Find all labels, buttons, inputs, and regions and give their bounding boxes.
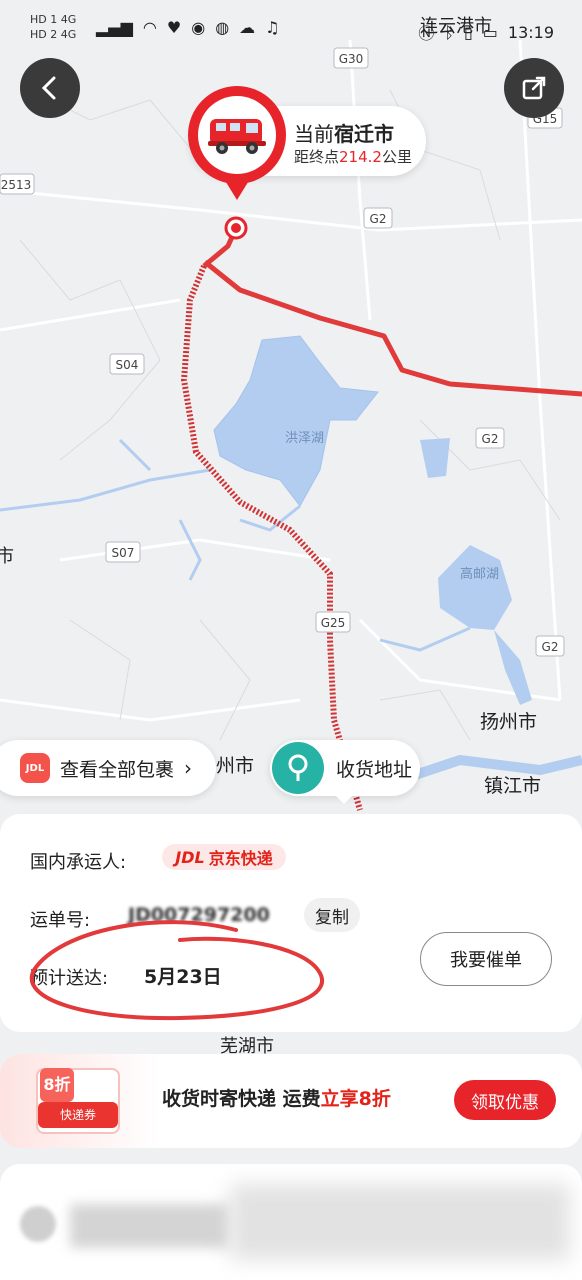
place-label-edge: 市	[0, 546, 14, 567]
wifi-icon: ◠	[142, 18, 157, 37]
view-all-packages-label: 查看全部包裹	[60, 758, 175, 781]
status-bar: HD 1 4G HD 2 4G ▂▄▆ ◠ ♥ ◉ ◍ ☁ ♫ Ⓝ ᛒ ▯ ▭ …	[0, 0, 582, 58]
battery-icon: ▭	[482, 22, 498, 42]
bluetooth-icon: ᛒ	[444, 22, 454, 42]
chevron-left-icon	[41, 76, 56, 100]
road-label: G2	[370, 212, 387, 226]
jdl-logo: JDL	[20, 753, 50, 783]
heart-icon: ♥	[166, 18, 182, 37]
sim2-label: HD 2 4G	[30, 28, 77, 41]
place-label-hongze-lake: 洪泽湖	[285, 431, 324, 446]
road-label: G2	[542, 640, 559, 654]
road-label: S04	[116, 358, 139, 372]
road-label: S07	[112, 546, 135, 560]
chevron-right-icon: ›	[184, 756, 193, 780]
view-all-packages-button[interactable]: JDL 查看全部包裹 ›	[0, 740, 216, 796]
carrier-name: 京东快递	[208, 849, 273, 868]
weibo-icon: ◉	[191, 18, 206, 37]
road-label: 2513	[1, 178, 32, 192]
status-right: Ⓝ ᛒ ▯ ▭ 13:19	[418, 20, 554, 44]
clock: 13:19	[507, 22, 554, 42]
claim-offer-button[interactable]: 领取优惠	[454, 1080, 556, 1120]
handwritten-circle-annotation	[29, 920, 325, 1021]
sim1-label: HD 1 4G	[30, 13, 77, 26]
place-label-zhou: 州市	[216, 755, 254, 777]
vibrate-icon: ▯	[463, 22, 473, 42]
blurred-content	[230, 1184, 570, 1260]
promo-banner[interactable]: 8折 快递券 收货时寄快递 运费立享8折 领取优惠	[0, 1054, 582, 1148]
nfc-icon: Ⓝ	[418, 24, 435, 43]
place-label-yangzhou: 扬州市	[480, 711, 537, 733]
signal-icon: ▂▄▆	[96, 18, 133, 37]
jdl-logo: JDL	[175, 847, 205, 867]
road-label: G2	[482, 432, 499, 446]
blurred-content	[70, 1204, 230, 1248]
location-pin-icon	[272, 742, 324, 794]
status-icons: ▂▄▆ ◠ ♥ ◉ ◍ ☁ ♫	[96, 18, 280, 37]
truck-icon	[208, 119, 266, 154]
coupon-label: 快递券	[38, 1102, 118, 1128]
music-icon: ♫	[265, 18, 280, 37]
current-location-title: 当前宿迁市	[294, 122, 394, 146]
truck-pin	[188, 86, 286, 184]
place-label-zhenjiang: 镇江市	[484, 775, 541, 797]
delivery-address-button[interactable]: 收货地址	[270, 740, 420, 796]
road-label: G25	[321, 616, 346, 630]
sim-indicators: HD 1 4G HD 2 4G	[30, 14, 76, 40]
urge-order-button[interactable]: 我要催单	[420, 932, 552, 986]
back-button[interactable]	[20, 58, 80, 118]
share-button[interactable]	[504, 58, 564, 118]
delivery-address-label: 收货地址	[336, 758, 413, 781]
bottom-info-card	[0, 1164, 582, 1280]
blurred-avatar	[20, 1206, 56, 1242]
promo-text: 收货时寄快递 运费立享8折	[162, 1088, 391, 1110]
app-icon: ◍	[215, 18, 230, 37]
cloud-icon: ☁	[239, 18, 256, 37]
carrier-label: 国内承运人:	[30, 852, 127, 873]
carrier-badge: JDL 京东快递	[162, 844, 286, 870]
place-label-gaoyou-lake: 高邮湖	[460, 566, 499, 582]
address-pill-pointer	[334, 794, 354, 804]
share-icon	[522, 76, 546, 100]
coupon-discount: 8折	[40, 1068, 74, 1102]
distance-text: 距终点214.2公里	[294, 148, 412, 166]
